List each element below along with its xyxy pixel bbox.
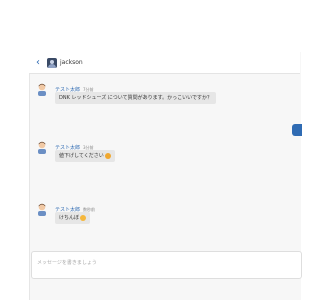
contact-name: jackson [60,58,83,66]
top-area [0,0,300,52]
angry-face-icon [80,214,87,221]
message-text: けちんぼ [59,215,80,221]
message-bubble: けちんぼ [55,212,91,224]
message-input[interactable] [37,258,287,268]
user-avatar-icon [38,141,46,154]
chat-header: ‹ jackson [29,52,300,74]
message-bubble: 値下げしてください [55,150,115,162]
user-avatar-icon [38,203,46,216]
message-text: 値下げしてください [59,153,104,159]
side-action-button[interactable] [292,124,302,136]
user-avatar-icon [38,83,46,96]
message-bubble: DNK レッドシューズ について質問があります。かっこいいですか？ [55,92,217,104]
message-text: DNK レッドシューズ について質問があります。かっこいいですか？ [59,95,213,101]
message-composer [31,251,302,279]
contact-avatar [47,57,57,68]
crying-face-icon [104,152,111,159]
back-chevron-icon[interactable]: ‹ [33,56,43,70]
